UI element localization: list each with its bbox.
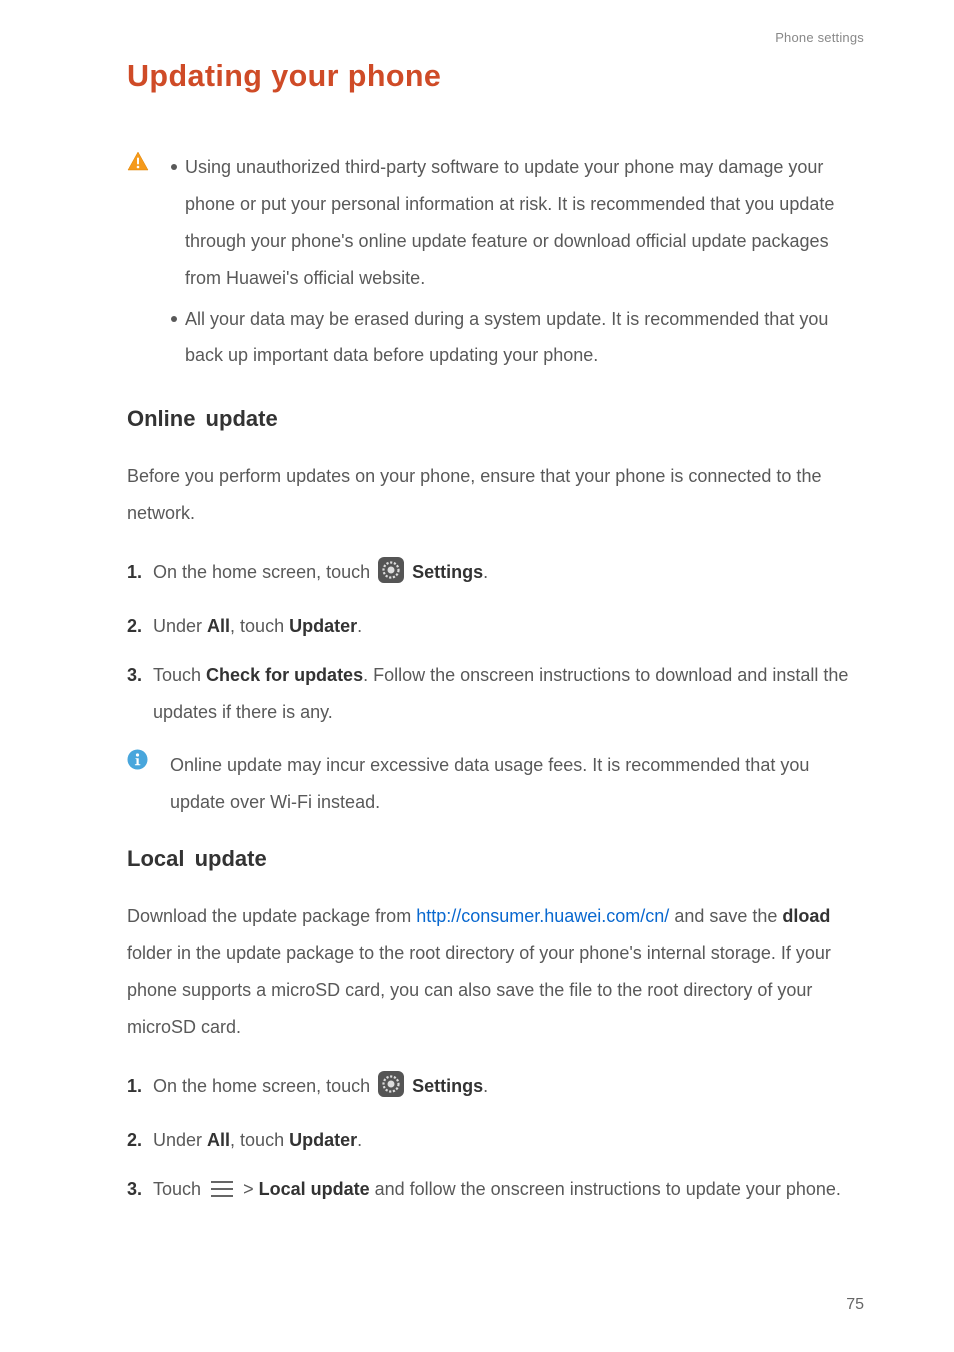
warning-callout: Using unauthorized third-party software …	[127, 149, 864, 378]
info-callout: Online update may incur excessive data u…	[127, 747, 864, 821]
step-number: 3.	[127, 1171, 142, 1208]
online-update-steps: 1. On the home screen, touch Settings. 2…	[127, 554, 864, 731]
page-title: Updating your phone	[127, 59, 864, 94]
step-3: 3. Touch > Local update and follow the o…	[127, 1171, 864, 1211]
menu-icon	[209, 1174, 235, 1211]
huawei-link[interactable]: http://consumer.huawei.com/cn/	[416, 906, 669, 926]
step-number: 1.	[127, 554, 142, 591]
warning-icon	[127, 151, 149, 176]
check-updates-label: Check for updates	[206, 665, 363, 685]
info-body: Online update may incur excessive data u…	[170, 747, 864, 821]
updater-label: Updater	[289, 1130, 357, 1150]
step-3: 3. Touch Check for updates. Follow the o…	[127, 657, 864, 731]
settings-icon	[378, 557, 404, 596]
step-text: On the home screen, touch	[153, 562, 375, 582]
step-number: 1.	[127, 1068, 142, 1105]
step-text: Touch	[153, 1179, 206, 1199]
intro-text-c: folder in the update package to the root…	[127, 943, 831, 1037]
online-update-intro: Before you perform updates on your phone…	[127, 458, 864, 532]
page-number: 75	[846, 1296, 864, 1314]
local-update-heading: Local update	[127, 846, 864, 872]
step-text: Touch	[153, 665, 206, 685]
settings-label: Settings	[412, 562, 483, 582]
local-update-intro: Download the update package from http://…	[127, 898, 864, 1046]
page-header: Phone settings	[127, 30, 864, 45]
step-1: 1. On the home screen, touch Settings.	[127, 554, 864, 596]
warning-body: Using unauthorized third-party software …	[171, 149, 864, 378]
step-1: 1. On the home screen, touch Settings.	[127, 1068, 864, 1110]
info-text: Online update may incur excessive data u…	[170, 747, 864, 821]
step-text: Under	[153, 1130, 207, 1150]
local-update-steps: 1. On the home screen, touch Settings. 2…	[127, 1068, 864, 1211]
all-label: All	[207, 1130, 230, 1150]
intro-text-a: Download the update package from	[127, 906, 416, 926]
step-text: .	[357, 1130, 362, 1150]
online-update-heading: Online update	[127, 406, 864, 432]
step-text: , touch	[230, 1130, 289, 1150]
settings-label: Settings	[412, 1076, 483, 1096]
warning-item: All your data may be erased during a sys…	[171, 301, 864, 375]
step-text: and follow the onscreen instructions to …	[370, 1179, 841, 1199]
step-text: >	[243, 1179, 259, 1199]
step-text: On the home screen, touch	[153, 1076, 375, 1096]
local-update-label: Local update	[259, 1179, 370, 1199]
step-text: .	[357, 616, 362, 636]
dload-label: dload	[782, 906, 830, 926]
step-2: 2. Under All, touch Updater.	[127, 1122, 864, 1159]
step-number: 3.	[127, 657, 142, 694]
updater-label: Updater	[289, 616, 357, 636]
settings-icon	[378, 1071, 404, 1110]
step-2: 2. Under All, touch Updater.	[127, 608, 864, 645]
warning-item: Using unauthorized third-party software …	[171, 149, 864, 297]
step-number: 2.	[127, 608, 142, 645]
step-text: .	[483, 1076, 488, 1096]
step-number: 2.	[127, 1122, 142, 1159]
all-label: All	[207, 616, 230, 636]
step-text: , touch	[230, 616, 289, 636]
step-text: .	[483, 562, 488, 582]
step-text: Under	[153, 616, 207, 636]
info-icon	[127, 749, 148, 775]
intro-text-b: and save the	[669, 906, 782, 926]
